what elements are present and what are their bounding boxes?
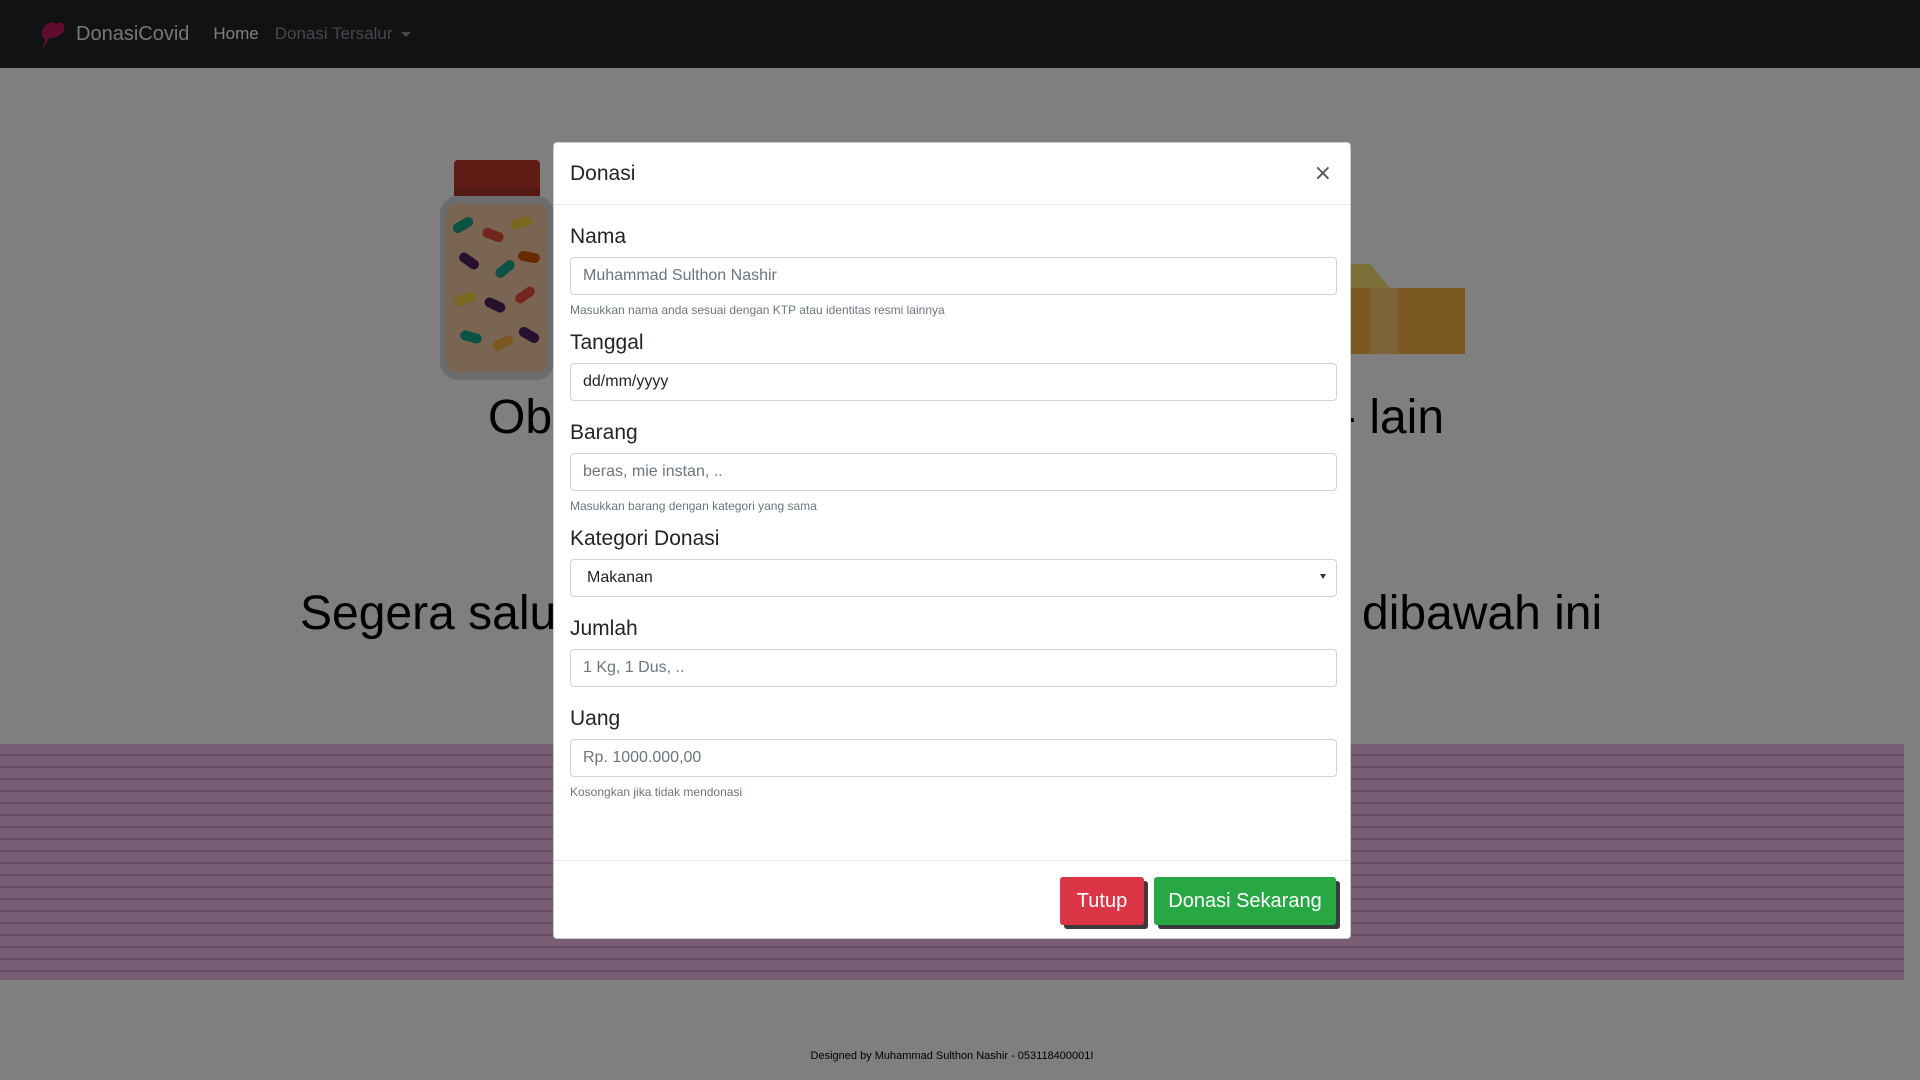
- nama-help-text: Masukkan nama anda sesuai dengan KTP ata…: [570, 303, 945, 317]
- nama-input[interactable]: Muhammad Sulthon Nashir: [570, 257, 1337, 295]
- donasi-sekarang-button[interactable]: Donasi Sekarang: [1154, 877, 1336, 925]
- nama-label: Nama: [570, 225, 627, 248]
- barang-label: Barang: [570, 421, 638, 444]
- barang-help-text: Masukkan barang dengan kategori yang sam…: [570, 499, 817, 513]
- tanggal-label: Tanggal: [570, 331, 644, 354]
- modal-title: Donasi: [570, 161, 636, 185]
- kategori-label: Kategori Donasi: [570, 527, 720, 550]
- modal-body: Nama Muhammad Sulthon Nashir Masukkan na…: [554, 225, 1350, 799]
- kategori-select[interactable]: Makanan: [570, 559, 1337, 597]
- kategori-selected-value: Makanan: [570, 559, 1337, 597]
- tutup-button[interactable]: Tutup: [1060, 877, 1144, 925]
- dropdown-arrow-icon: [1320, 574, 1326, 579]
- donasi-modal: Donasi × Nama Muhammad Sulthon Nashir Ma…: [553, 142, 1351, 939]
- uang-label: Uang: [570, 707, 621, 730]
- modal-footer: Tutup Donasi Sekarang: [554, 860, 1350, 940]
- uang-help-text: Kosongkan jika tidak mendonasi: [570, 785, 743, 799]
- modal-header: Donasi ×: [554, 143, 1350, 205]
- jumlah-input[interactable]: 1 Kg, 1 Dus, ..: [570, 649, 1337, 687]
- uang-input[interactable]: Rp. 1000.000,00: [570, 739, 1337, 777]
- tanggal-input[interactable]: dd/mm/yyyy: [570, 363, 1337, 401]
- barang-input[interactable]: beras, mie instan, ..: [570, 453, 1337, 491]
- jumlah-label: Jumlah: [570, 617, 638, 640]
- close-icon[interactable]: ×: [1314, 162, 1334, 185]
